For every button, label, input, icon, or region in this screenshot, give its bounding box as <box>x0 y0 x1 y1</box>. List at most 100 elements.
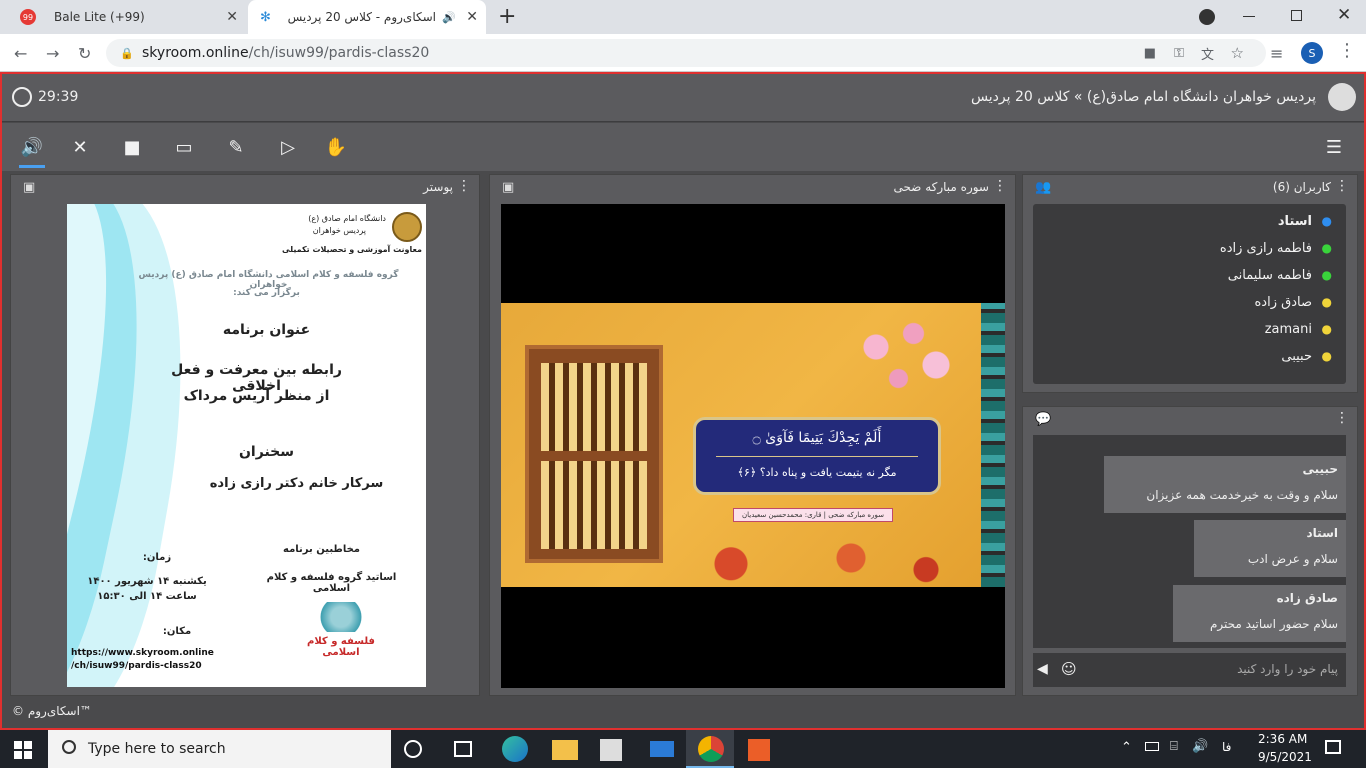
screen-share-icon[interactable]: ▭ <box>170 133 198 161</box>
panel-header: 👥 کاربران (6) ⋮ <box>1023 175 1357 201</box>
user-item[interactable]: ● حبیبی <box>1281 346 1332 366</box>
video-player[interactable]: أَلَمْ يَجِدْكَ يَتِيمًا فَآوَىٰ ۝ مگر ن… <box>501 204 1005 688</box>
reading-list-icon[interactable]: ≡ <box>1270 44 1283 63</box>
speaker-active-indicator <box>19 165 45 168</box>
logo-text: فلسفه و کلام اسلامی <box>307 636 375 658</box>
skyroom-icon: ✻ <box>260 9 271 25</box>
translate-icon[interactable]: 文 <box>1201 44 1214 63</box>
chat-message: صادق زاده سلام حضور اساتید محترم <box>1173 585 1346 642</box>
speaker-icon[interactable]: 🔊 <box>442 11 456 24</box>
store-icon[interactable] <box>600 739 622 761</box>
media-player-icon[interactable]: ▷ <box>274 133 302 161</box>
battery-icon[interactable] <box>1145 742 1159 751</box>
taskbar-search[interactable]: Type here to search <box>48 730 391 768</box>
windows-start-icon[interactable] <box>14 741 32 759</box>
user-item[interactable]: ● استاد <box>1278 211 1332 231</box>
user-item[interactable]: ● zamani <box>1265 319 1332 339</box>
volume-icon[interactable]: 🔊 <box>1192 739 1208 754</box>
panel-title: سوره مبارکه ضحی <box>893 180 989 194</box>
whiteboard-brush-icon[interactable]: ✎ <box>222 133 250 161</box>
user-name: استاد <box>1277 213 1312 229</box>
bale-icon: 99 <box>20 9 36 25</box>
browser-tab-bar: 99 Bale Lite (+99) ✕ ✻ اسکای‌روم - کلاس … <box>0 0 1366 34</box>
language-indicator[interactable]: فا <box>1222 740 1231 754</box>
lock-icon: 🔒 <box>120 46 134 60</box>
microphone-muted-icon[interactable]: ✕ <box>66 133 94 161</box>
notification-icon[interactable] <box>1325 740 1341 754</box>
reciter-credit: سوره مبارکه ضحی | قاری: محمدحسین سعیدیان <box>733 508 893 522</box>
user-name: فاطمه رازی زاده <box>1219 240 1312 256</box>
office-icon[interactable] <box>748 739 770 761</box>
clock-date[interactable]: 9/5/2021 <box>1258 750 1312 764</box>
chevron-up-icon[interactable]: ⌃ <box>1121 740 1132 755</box>
chat-icon: 💬 <box>1035 412 1052 427</box>
close-tab-icon[interactable]: ✕ <box>466 9 478 25</box>
restore-icon[interactable] <box>1291 10 1302 21</box>
emoji-icon[interactable]: ☺ <box>1061 660 1077 678</box>
app-toolbar: 🔊 ✕ ■ ▭ ✎ ▷ ✋ ☰ <box>2 123 1364 171</box>
poster-dept: معاونت آموزشی و تحصیلات تکمیلی <box>282 245 422 254</box>
poster-heading: عنوان برنامه <box>222 322 311 338</box>
chat-input[interactable]: پیام خود را وارد کنید <box>1237 662 1338 676</box>
user-icon: ● <box>1321 295 1332 309</box>
poster-topic2: از منظر آریس مرداک <box>183 388 330 404</box>
close-window-icon[interactable]: ✕ <box>1337 5 1351 25</box>
url-path: /ch/isuw99/pardis-class20 <box>248 45 430 61</box>
poster-place-heading: مکان: <box>162 626 192 637</box>
poster-place1: https://www.skyroom.online <box>71 648 214 658</box>
poster-time-heading: زمان: <box>142 552 172 563</box>
panel-menu-icon[interactable]: ⋮ <box>1335 410 1349 426</box>
camera-blocked-icon[interactable]: ■ <box>1144 46 1156 61</box>
verse-persian: مگر نه یتیمت یافت و پناه داد؟ ﴿۶﴾ <box>737 466 897 479</box>
raise-hand-icon[interactable]: ✋ <box>322 133 350 161</box>
close-tab-icon[interactable]: ✕ <box>226 9 238 25</box>
cortana-icon[interactable] <box>404 740 422 758</box>
calligraphy-panel <box>525 345 663 563</box>
user-item[interactable]: ● فاطمه رازی زاده <box>1220 238 1332 258</box>
browser-menu-icon[interactable]: ⋮ <box>1338 40 1356 61</box>
tab-bale-lite[interactable]: 99 Bale Lite (+99) ✕ <box>10 0 246 34</box>
user-icon: ● <box>1321 349 1332 363</box>
panel-expand-icon[interactable]: ▣ <box>502 180 514 195</box>
network-icon[interactable]: ⌸ <box>1170 739 1178 754</box>
tab-search-icon[interactable] <box>1199 9 1215 25</box>
tab-skyroom[interactable]: ✻ اسکای‌روم - کلاس 20 پردیس 🔊 ✕ <box>248 0 486 34</box>
chrome-icon[interactable] <box>698 736 724 762</box>
panel-menu-icon[interactable]: ⋮ <box>1335 178 1349 194</box>
clock-time[interactable]: 2:36 AM <box>1258 732 1307 746</box>
user-name: فاطمه سلیمانی <box>1227 267 1312 283</box>
file-explorer-icon[interactable] <box>552 740 578 760</box>
task-view-icon[interactable] <box>454 741 472 757</box>
bookmark-star-icon[interactable]: ☆ <box>1231 44 1244 62</box>
reload-icon[interactable]: ↻ <box>78 44 91 63</box>
panel-expand-icon[interactable]: ▣ <box>23 180 35 195</box>
user-item[interactable]: ● صادق زاده <box>1255 292 1333 312</box>
calligraphy-tile <box>541 461 647 549</box>
forward-icon[interactable]: → <box>46 44 59 63</box>
mail-icon[interactable] <box>650 741 674 757</box>
speaker-toggle-icon[interactable]: 🔊 <box>18 133 46 161</box>
message-sender: صادق زاده <box>1276 591 1338 605</box>
url-field[interactable]: 🔒 skyroom.online/ch/isuw99/pardis-class2… <box>106 39 1266 67</box>
key-icon[interactable]: ⚿ <box>1174 46 1184 61</box>
profile-avatar[interactable]: S <box>1301 42 1323 64</box>
minimize-icon[interactable] <box>1243 16 1255 17</box>
panel-menu-icon[interactable]: ⋮ <box>457 178 471 194</box>
panel-menu-icon[interactable]: ⋮ <box>993 178 1007 194</box>
message-text: سلام و وقت به خیرخدمت همه عزیزان <box>1146 488 1338 502</box>
edge-icon[interactable] <box>502 736 528 762</box>
calligraphy-tile <box>541 363 647 451</box>
camera-icon[interactable]: ■ <box>118 133 146 161</box>
clock-icon <box>12 87 32 107</box>
poster-place2: /ch/isuw99/pardis-class20 <box>71 661 202 671</box>
user-avatar-icon[interactable] <box>1328 83 1356 111</box>
back-icon[interactable]: ← <box>14 44 27 63</box>
send-icon[interactable]: ◀ <box>1037 661 1048 677</box>
tab-title: اسکای‌روم - کلاس 20 پردیس <box>287 10 436 24</box>
hamburger-menu-icon[interactable]: ☰ <box>1320 133 1348 161</box>
users-group-icon[interactable]: 👥 <box>1035 180 1051 195</box>
new-tab-button[interactable]: + <box>498 4 516 29</box>
user-icon: ● <box>1321 268 1332 282</box>
poster-time1: یکشنبه ۱۴ شهریور ۱۴۰۰ <box>87 576 207 587</box>
user-item[interactable]: ● فاطمه سلیمانی <box>1228 265 1332 285</box>
